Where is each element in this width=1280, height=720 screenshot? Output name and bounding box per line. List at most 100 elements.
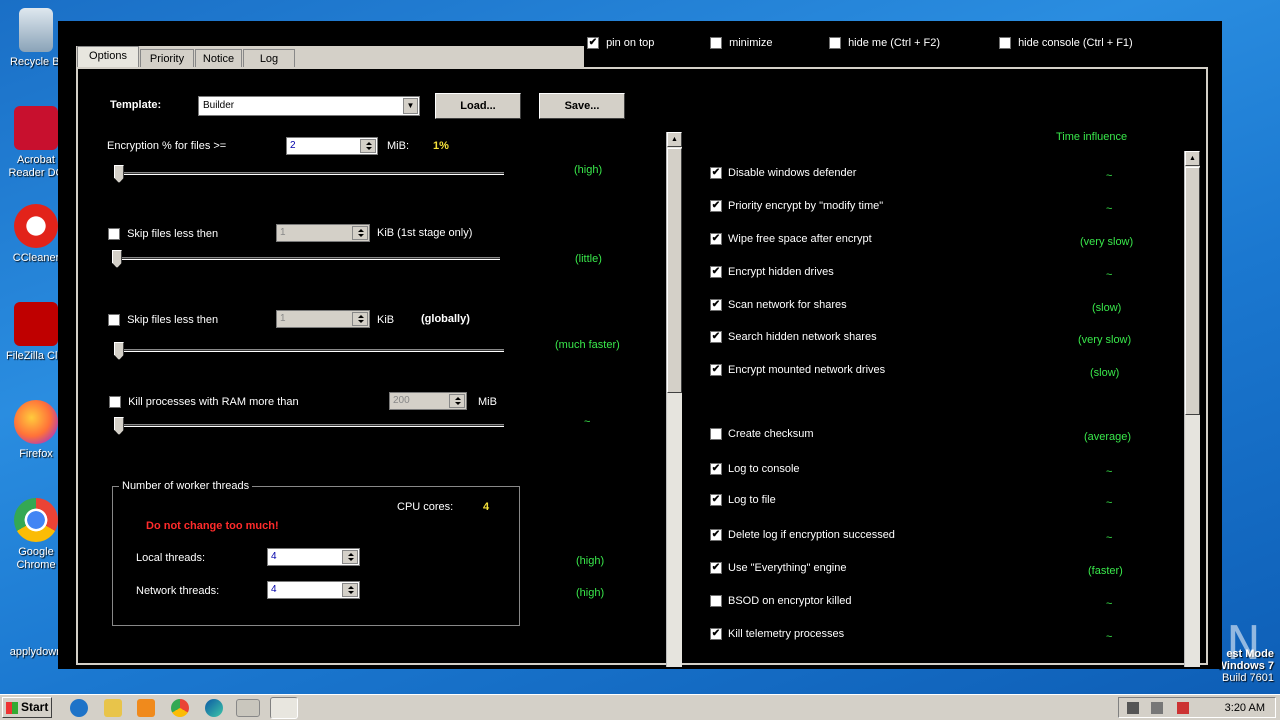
scroll-up-icon[interactable]: ▲ [1185, 151, 1200, 166]
spin-arrows-icon[interactable] [352, 312, 368, 326]
local-threads-spinbox[interactable]: 4 [267, 548, 360, 566]
time-influence-hint: (faster) [1088, 565, 1123, 577]
slider-thumb[interactable] [114, 165, 124, 183]
taskbar-app-button[interactable] [236, 699, 260, 717]
checkbox-label: Encrypt hidden drives [728, 266, 834, 278]
option-checkbox[interactable]: Create checksum [710, 428, 814, 441]
desktop-icon-label: Firefox [19, 448, 53, 460]
load-button[interactable]: Load... [435, 93, 521, 119]
slider-thumb[interactable] [112, 250, 122, 268]
start-label: Start [21, 700, 49, 714]
save-button[interactable]: Save... [539, 93, 625, 119]
chevron-down-icon: ▼ [403, 98, 418, 114]
checkbox-icon [710, 233, 722, 246]
kill-processes-spinbox[interactable]: 200 [389, 392, 467, 410]
encryption-percent: 1% [433, 140, 449, 152]
option-checkbox[interactable]: Encrypt hidden drives [710, 266, 834, 279]
explorer-icon[interactable] [104, 699, 122, 717]
encryption-slider[interactable] [114, 165, 504, 183]
spin-value: 4 [271, 584, 277, 595]
scroll-thumb[interactable] [667, 148, 682, 393]
skip-files-2-slider[interactable] [114, 342, 504, 360]
edge-icon[interactable] [205, 699, 223, 717]
option-checkbox[interactable]: Wipe free space after encrypt [710, 233, 872, 246]
tab-log[interactable]: Log [243, 49, 295, 68]
filezilla-icon [14, 302, 58, 346]
checkbox-label: Kill processes with RAM more than [128, 396, 299, 408]
chrome-taskbar-icon[interactable] [171, 699, 189, 717]
checkbox-icon [108, 314, 120, 327]
checkbox-label: Search hidden network shares [728, 331, 877, 343]
right-panel-scrollbar[interactable]: ▲ [1184, 151, 1200, 667]
recycle-bin-icon [19, 8, 53, 52]
kill-processes-slider[interactable] [114, 417, 504, 435]
option-checkbox[interactable]: Disable windows defender [710, 167, 856, 180]
network-icon[interactable] [1151, 702, 1163, 714]
option-checkbox[interactable]: Log to console [710, 463, 800, 476]
hide-me-checkbox[interactable]: hide me (Ctrl + F2) [829, 37, 940, 50]
spin-arrows-icon[interactable] [342, 550, 358, 564]
option-checkbox[interactable]: Kill telemetry processes [710, 628, 844, 641]
network-threads-label: Network threads: [136, 585, 220, 597]
group-title: Number of worker threads [119, 480, 253, 492]
pin-on-top-checkbox[interactable]: pin on top [587, 37, 654, 50]
flag-icon[interactable] [1177, 702, 1189, 714]
option-checkbox[interactable]: Log to file [710, 494, 776, 507]
skip-files-2-checkbox[interactable]: Skip files less then [108, 314, 219, 327]
encryption-spinbox[interactable]: 2 [286, 137, 378, 155]
skip-files-2-spinbox[interactable]: 1 [276, 310, 370, 328]
option-checkbox[interactable]: BSOD on encryptor killed [710, 595, 852, 608]
time-influence-hint: ~ [1106, 466, 1113, 478]
skip-files-1-unit: KiB (1st stage only) [377, 227, 473, 239]
checkbox-label: Skip files less then [127, 314, 219, 326]
cpu-cores-label: CPU cores: [397, 501, 454, 513]
option-checkbox[interactable]: Search hidden network shares [710, 331, 877, 344]
desktop-icon-label: Recycle Bi [10, 56, 62, 68]
ie-icon[interactable] [70, 699, 88, 717]
option-checkbox[interactable]: Encrypt mounted network drives [710, 364, 886, 377]
hide-console-checkbox[interactable]: hide console (Ctrl + F1) [999, 37, 1133, 50]
start-button[interactable]: Start [2, 697, 52, 718]
media-player-icon[interactable] [137, 699, 155, 717]
option-checkbox[interactable]: Use "Everything" engine [710, 562, 847, 575]
skip-files-1-spinbox[interactable]: 1 [276, 224, 370, 242]
tab-options[interactable]: Options [77, 46, 139, 68]
tab-priority[interactable]: Priority [140, 49, 194, 68]
firefox-icon [14, 400, 58, 444]
active-app-button[interactable] [270, 697, 298, 719]
spin-arrows-icon[interactable] [449, 394, 465, 408]
spin-arrows-icon[interactable] [360, 139, 376, 153]
encryption-label: Encryption % for files >= [107, 140, 227, 152]
checkbox-icon [109, 396, 121, 409]
checkbox-icon [710, 463, 722, 476]
slider-thumb[interactable] [114, 417, 124, 435]
left-panel-scrollbar[interactable]: ▲ [666, 132, 682, 667]
taskbar: Start 3:20 AM [0, 694, 1280, 720]
spin-value: 1 [280, 313, 286, 324]
time-influence-hint: (slow) [1090, 367, 1120, 379]
scroll-up-icon[interactable]: ▲ [667, 132, 682, 147]
spin-arrows-icon[interactable] [342, 583, 358, 597]
option-checkbox[interactable]: Scan network for shares [710, 299, 847, 312]
checkbox-icon [710, 266, 722, 279]
checkbox-icon [587, 37, 599, 50]
option-checkbox[interactable]: Priority encrypt by "modify time" [710, 200, 883, 213]
tab-notice[interactable]: Notice [195, 49, 242, 68]
checkbox-label: Encrypt mounted network drives [728, 364, 886, 376]
skip-files-1-slider[interactable] [112, 250, 500, 268]
skip-files-1-checkbox[interactable]: Skip files less then [108, 228, 218, 241]
kill-processes-checkbox[interactable]: Kill processes with RAM more than [109, 396, 299, 409]
option-checkbox[interactable]: Delete log if encryption successed [710, 529, 895, 542]
checkbox-icon [710, 628, 722, 641]
encryption-hint: (high) [574, 164, 603, 176]
spin-arrows-icon[interactable] [352, 226, 368, 240]
slider-thumb[interactable] [114, 342, 124, 360]
scroll-thumb[interactable] [1185, 167, 1200, 415]
checkbox-icon [710, 428, 722, 441]
checkbox-icon [710, 494, 722, 507]
template-select[interactable]: Builder ▼ [198, 96, 420, 116]
time-influence-hint: (very slow) [1080, 236, 1134, 248]
minimize-checkbox[interactable]: minimize [710, 37, 772, 50]
volume-icon[interactable] [1127, 702, 1139, 714]
network-threads-spinbox[interactable]: 4 [267, 581, 360, 599]
